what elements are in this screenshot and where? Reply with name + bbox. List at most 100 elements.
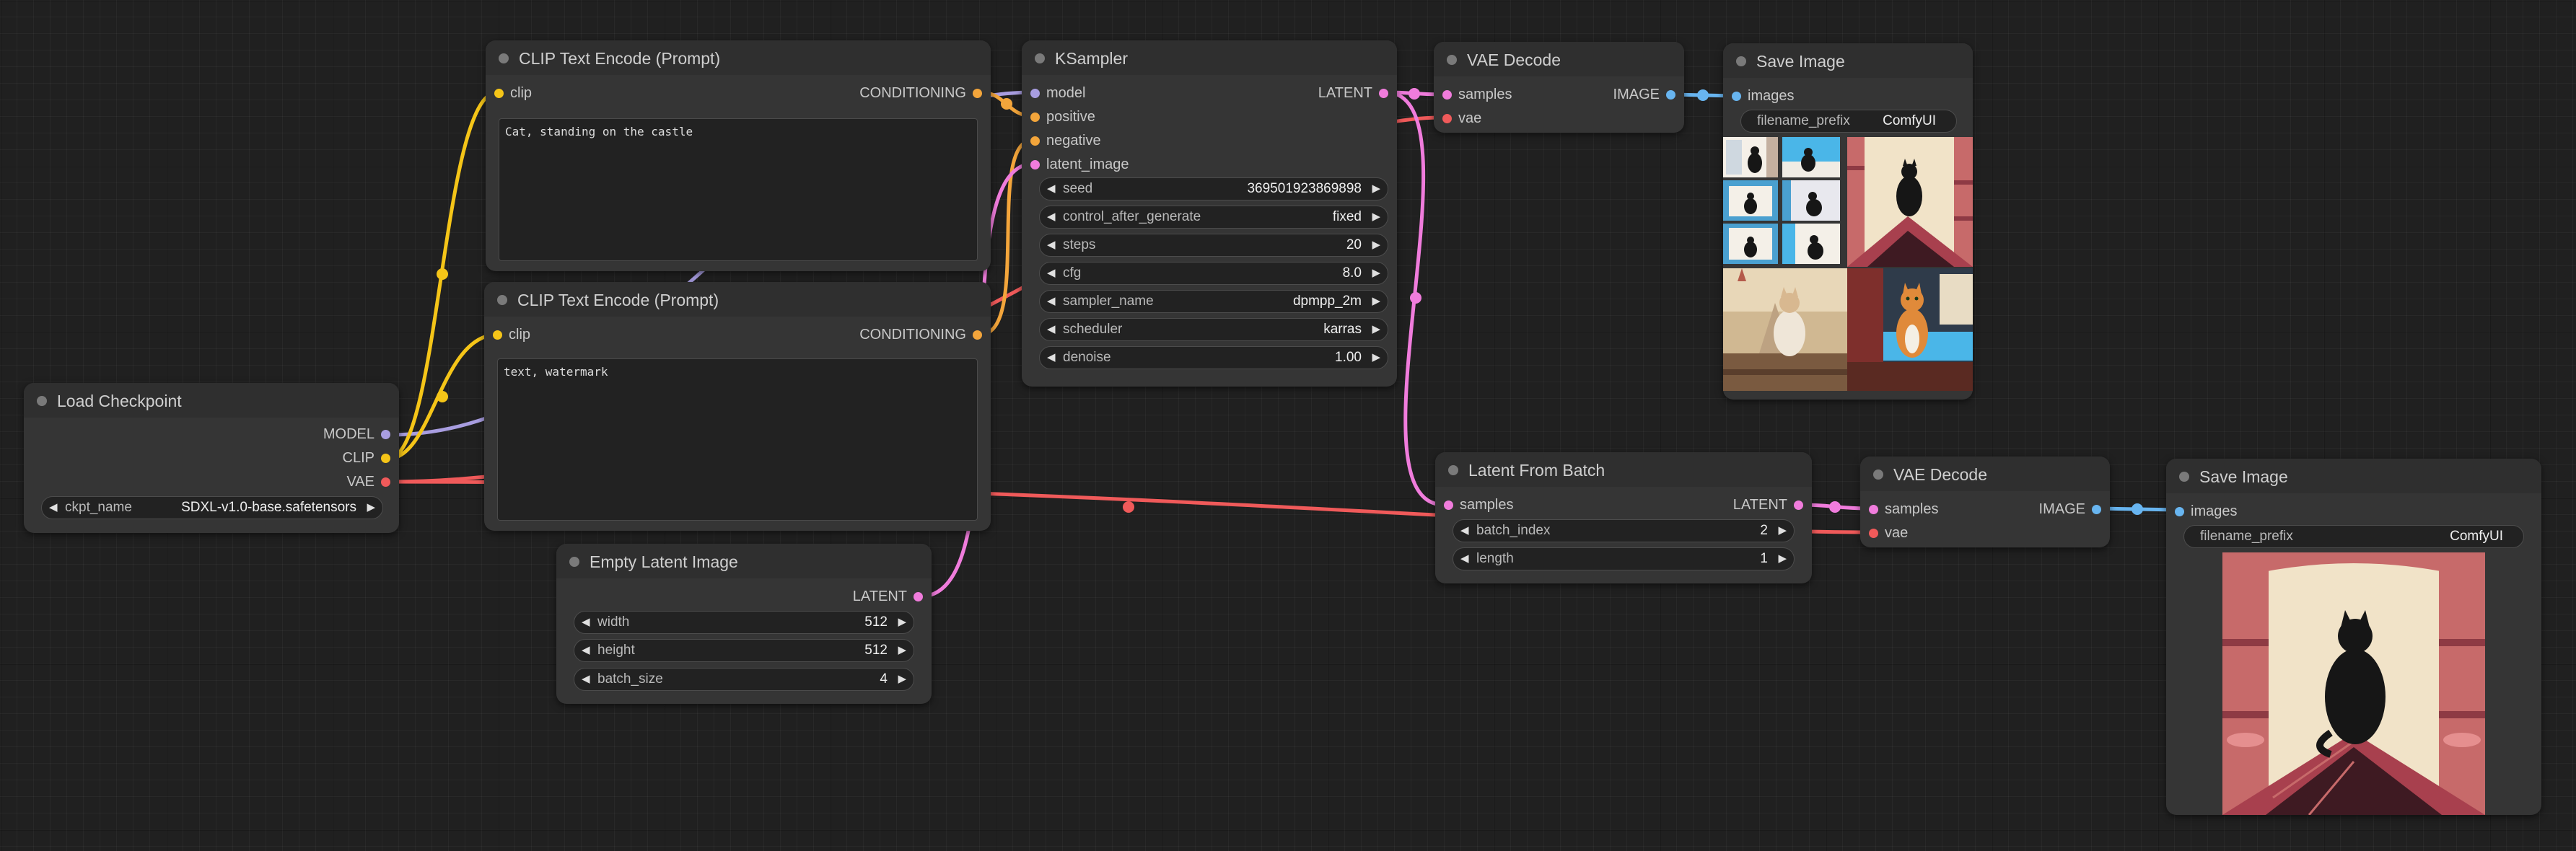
decrement-arrow-icon[interactable]: ◀ [582,615,590,628]
decrement-arrow-icon[interactable]: ◀ [1047,350,1056,363]
collapse-dot[interactable] [1873,469,1883,480]
output-clip[interactable]: CLIP [343,450,399,467]
load-checkpoint-node[interactable]: Load Checkpoint MODEL CLIP VAE ◀ ckpt_na… [24,383,399,533]
slot-dot-icon[interactable] [1794,501,1803,510]
decrement-arrow-icon[interactable]: ◀ [582,643,590,656]
decrement-arrow-icon[interactable]: ◀ [1047,266,1056,279]
collapse-dot[interactable] [37,396,47,406]
collapse-dot[interactable] [2179,472,2189,482]
save-image-node-1[interactable]: Save Image images filename_prefix ComfyU… [1723,43,1973,400]
ksampler-node[interactable]: KSampler model LATENT positive negative … [1022,40,1397,387]
input-model[interactable]: model [1022,85,1085,102]
slot-dot-icon[interactable] [1732,92,1741,101]
decrement-arrow-icon[interactable]: ◀ [1047,210,1056,223]
decrement-arrow-icon[interactable]: ◀ [582,672,590,685]
increment-arrow-icon[interactable]: ▶ [1778,524,1787,537]
slot-dot-icon[interactable] [973,89,982,98]
filename-prefix-field[interactable]: filename_prefix ComfyUI [1740,110,1957,133]
input-clip[interactable]: clip [484,327,530,343]
slot-dot-icon[interactable] [1869,529,1878,538]
increment-arrow-icon[interactable]: ▶ [1372,182,1380,195]
ckpt-name-combo[interactable]: ◀ ckpt_name SDXL-v1.0-base.safetensors ▶ [41,496,383,519]
slot-dot-icon[interactable] [2175,507,2184,516]
slot-dot-icon[interactable] [1869,505,1878,514]
input-samples[interactable]: samples [1435,497,1513,513]
input-samples[interactable]: samples [1860,501,1938,518]
decrement-arrow-icon[interactable]: ◀ [1047,182,1056,195]
node-header[interactable]: Save Image [2166,459,2541,493]
node-graph-canvas[interactable]: Load Checkpoint MODEL CLIP VAE ◀ ckpt_na… [0,0,2576,851]
output-model[interactable]: MODEL [323,426,399,443]
decrement-arrow-icon[interactable]: ◀ [1047,322,1056,335]
filename-prefix-field[interactable]: filename_prefix ComfyUI [2183,525,2524,548]
slot-dot-icon[interactable] [1030,160,1040,169]
batch-index-widget[interactable]: ◀ batch_index 2 ▶ [1453,519,1795,542]
output-image[interactable]: IMAGE [2039,501,2110,518]
prompt-textarea[interactable]: Cat, standing on the castle [499,118,978,261]
node-header[interactable]: Load Checkpoint [24,383,399,418]
increment-arrow-icon[interactable]: ▶ [1778,552,1787,565]
collapse-dot[interactable] [1035,53,1045,63]
latent-from-batch-node[interactable]: Latent From Batch samples LATENT ◀ batch… [1435,452,1812,583]
increment-arrow-icon[interactable]: ▶ [898,615,906,628]
slot-dot-icon[interactable] [1444,501,1453,510]
collapse-dot[interactable] [1448,465,1458,475]
increment-arrow-icon[interactable]: ▶ [898,643,906,656]
input-images[interactable]: images [2166,503,2237,520]
increment-arrow-icon[interactable]: ▶ [1372,294,1380,307]
image-preview[interactable] [2222,552,2485,815]
input-negative[interactable]: negative [1022,133,1101,149]
slot-dot-icon[interactable] [381,454,390,463]
increment-arrow-icon[interactable]: ▶ [367,501,375,513]
decrement-arrow-icon[interactable]: ◀ [1047,294,1056,307]
slot-dot-icon[interactable] [1030,113,1040,122]
steps-widget[interactable]: ◀ steps 20 ▶ [1039,234,1388,257]
input-images[interactable]: images [1723,88,1794,105]
increment-arrow-icon[interactable]: ▶ [1372,238,1380,251]
width-widget[interactable]: ◀ width 512 ▶ [574,611,914,634]
node-header[interactable]: Latent From Batch [1435,452,1812,487]
slot-dot-icon[interactable] [1442,114,1452,123]
node-header[interactable]: KSampler [1022,40,1397,75]
output-latent[interactable]: LATENT [1733,497,1812,513]
slot-dot-icon[interactable] [494,89,504,98]
slot-dot-icon[interactable] [493,330,502,340]
collapse-dot[interactable] [1736,56,1746,66]
node-header[interactable]: CLIP Text Encode (Prompt) [484,282,991,317]
decrement-arrow-icon[interactable]: ◀ [1460,552,1469,565]
decrement-arrow-icon[interactable]: ◀ [49,501,58,513]
increment-arrow-icon[interactable]: ▶ [898,672,906,685]
save-image-node-2[interactable]: Save Image images filename_prefix ComfyU… [2166,459,2541,815]
denoise-widget[interactable]: ◀ denoise 1.00 ▶ [1039,346,1388,369]
output-latent[interactable]: LATENT [853,588,932,605]
collapse-dot[interactable] [569,557,579,567]
increment-arrow-icon[interactable]: ▶ [1372,210,1380,223]
collapse-dot[interactable] [1447,55,1457,65]
slot-dot-icon[interactable] [1442,90,1452,100]
node-header[interactable]: Save Image [1723,43,1973,78]
input-positive[interactable]: positive [1022,109,1095,125]
output-image[interactable]: IMAGE [1613,87,1684,103]
slot-dot-icon[interactable] [381,477,390,487]
output-latent[interactable]: LATENT [1318,85,1397,102]
length-widget[interactable]: ◀ length 1 ▶ [1453,547,1795,570]
slot-dot-icon[interactable] [914,592,923,601]
slot-dot-icon[interactable] [1379,89,1388,98]
clip-text-encode-negative-node[interactable]: CLIP Text Encode (Prompt) clip CONDITION… [484,282,991,531]
collapse-dot[interactable] [497,295,507,305]
cfg-widget[interactable]: ◀ cfg 8.0 ▶ [1039,262,1388,285]
height-widget[interactable]: ◀ height 512 ▶ [574,639,914,662]
increment-arrow-icon[interactable]: ▶ [1372,322,1380,335]
slot-dot-icon[interactable] [973,330,982,340]
slot-dot-icon[interactable] [2092,505,2101,514]
slot-dot-icon[interactable] [381,430,390,439]
seed-widget[interactable]: ◀ seed 369501923869898 ▶ [1039,177,1388,200]
empty-latent-image-node[interactable]: Empty Latent Image LATENT ◀ width 512 ▶ … [556,544,932,704]
collapse-dot[interactable] [499,53,509,63]
slot-dot-icon[interactable] [1666,90,1675,100]
slot-dot-icon[interactable] [1030,89,1040,98]
node-header[interactable]: Empty Latent Image [556,544,932,578]
input-vae[interactable]: vae [1434,110,1481,127]
image-preview-grid[interactable] [1723,137,1973,391]
output-conditioning[interactable]: CONDITIONING [859,327,991,343]
